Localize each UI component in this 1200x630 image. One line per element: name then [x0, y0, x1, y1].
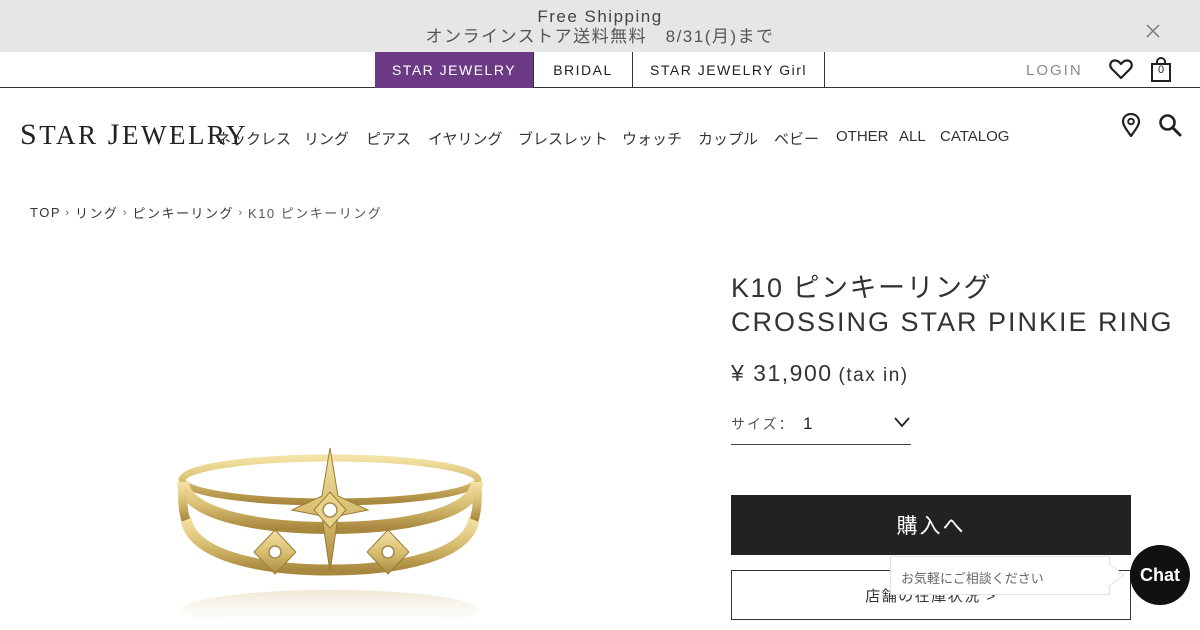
product-image [177, 447, 483, 630]
nav-couple[interactable]: カップル [698, 128, 774, 148]
nav-other[interactable]: OTHER [836, 128, 899, 148]
breadcrumb: TOP › リング › ピンキーリング › K10 ピンキーリング [30, 203, 382, 222]
nav-bracelet[interactable]: ブレスレット [518, 128, 622, 148]
chevron-right-icon: › [122, 206, 129, 219]
tab-star-jewelry[interactable]: STAR JEWELRY [375, 52, 534, 88]
main-nav: ネックレス リング ピアス イヤリング ブレスレット ウォッチ カップル ベビー… [216, 128, 1010, 148]
chevron-right-icon: › [238, 206, 244, 219]
chevron-down-icon [894, 417, 910, 428]
breadcrumb-current: K10 ピンキーリング [248, 206, 383, 221]
chat-bubble-tail [1108, 563, 1124, 587]
breadcrumb-pinkie-ring[interactable]: ピンキーリング [133, 203, 235, 222]
announcement-bar: Free Shipping オンラインストア送料無料 8/31(月)まで [0, 0, 1200, 52]
login-link[interactable]: LOGIN [1026, 52, 1083, 88]
breadcrumb-ring[interactable]: リング [75, 203, 119, 222]
nav-necklace[interactable]: ネックレス [216, 128, 304, 148]
nav-all[interactable]: ALL [899, 128, 940, 148]
nav-earring[interactable]: イヤリング [428, 128, 518, 148]
nav-catalog[interactable]: CATALOG [940, 128, 1010, 148]
size-label: サイズ： [731, 416, 795, 432]
tax-note: (tax in) [838, 365, 909, 386]
tab-bridal[interactable]: BRIDAL [534, 52, 633, 88]
chevron-right-icon: › [65, 206, 71, 219]
map-pin-icon[interactable] [1120, 113, 1142, 137]
nav-watch[interactable]: ウォッチ [622, 128, 698, 148]
size-select[interactable]: サイズ： 1 [731, 406, 911, 445]
chat-prompt-bubble[interactable]: お気軽にご相談ください [890, 556, 1110, 595]
chat-button[interactable]: Chat [1130, 545, 1190, 605]
cart-count: 0 [1157, 64, 1165, 76]
product-title-jp: K10 ピンキーリング [731, 273, 993, 303]
nav-pierce[interactable]: ピアス [366, 128, 428, 148]
size-value: 1 [803, 414, 813, 433]
brand-switcher: STAR JEWELRY BRIDAL STAR JEWELRY Girl LO… [0, 52, 1200, 88]
tab-star-jewelry-girl[interactable]: STAR JEWELRY Girl [633, 52, 825, 88]
price-value: ¥ 31,900 [731, 360, 833, 386]
search-icon[interactable] [1158, 113, 1182, 137]
nav-ring[interactable]: リング [304, 128, 366, 148]
brand-logo[interactable]: STAR JEWELRY [20, 118, 248, 152]
breadcrumb-top[interactable]: TOP [30, 205, 61, 220]
nav-baby[interactable]: ベビー [774, 128, 836, 148]
buy-button[interactable]: 購入へ [731, 495, 1131, 555]
product-price: ¥ 31,900 (tax in) [731, 360, 909, 387]
product-title-en: CROSSING STAR PINKIE RING [731, 307, 1174, 337]
announcement-message: オンラインストア送料無料 8/31(月)まで [425, 27, 775, 46]
close-icon[interactable] [1144, 22, 1162, 40]
heart-icon[interactable] [1109, 58, 1133, 80]
